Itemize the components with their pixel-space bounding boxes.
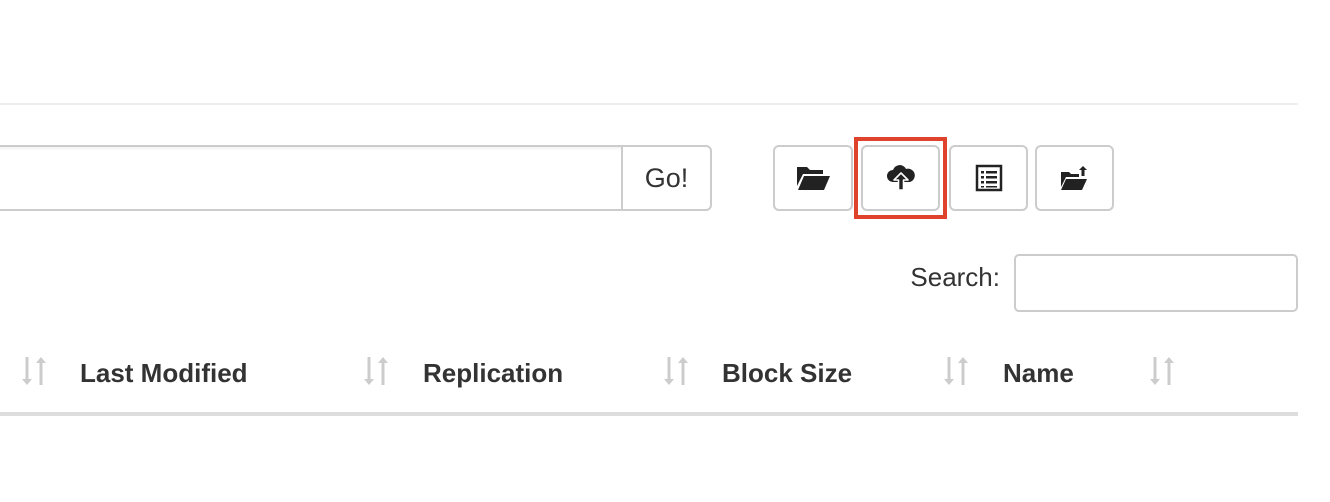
column-header-name[interactable]: Name (1003, 358, 1074, 389)
sort-icon[interactable] (362, 355, 390, 387)
sort-icon[interactable] (20, 355, 48, 387)
search-label: Search: (910, 262, 1000, 292)
column-header-replication[interactable]: Replication (423, 358, 563, 389)
column-header-last-modified[interactable]: Last Modified (80, 358, 248, 389)
create-directory-button[interactable] (773, 145, 853, 211)
column-header-block-size[interactable]: Block Size (722, 358, 852, 389)
sort-icon[interactable] (662, 355, 690, 387)
header-divider (0, 103, 1298, 105)
folder-open-icon (795, 164, 831, 192)
upload-files-button[interactable] (861, 145, 940, 211)
cut-button[interactable] (949, 145, 1028, 211)
list-alt-icon (975, 164, 1003, 192)
folder-paste-icon (1059, 164, 1091, 192)
search-input[interactable] (1014, 254, 1298, 312)
table-header-divider (0, 412, 1298, 416)
cloud-upload-icon (886, 164, 916, 192)
directory-path-input[interactable] (0, 145, 622, 211)
paste-button[interactable] (1035, 145, 1114, 211)
sort-icon[interactable] (1148, 355, 1176, 387)
sort-icon[interactable] (942, 355, 970, 387)
go-button[interactable]: Go! (621, 145, 712, 211)
